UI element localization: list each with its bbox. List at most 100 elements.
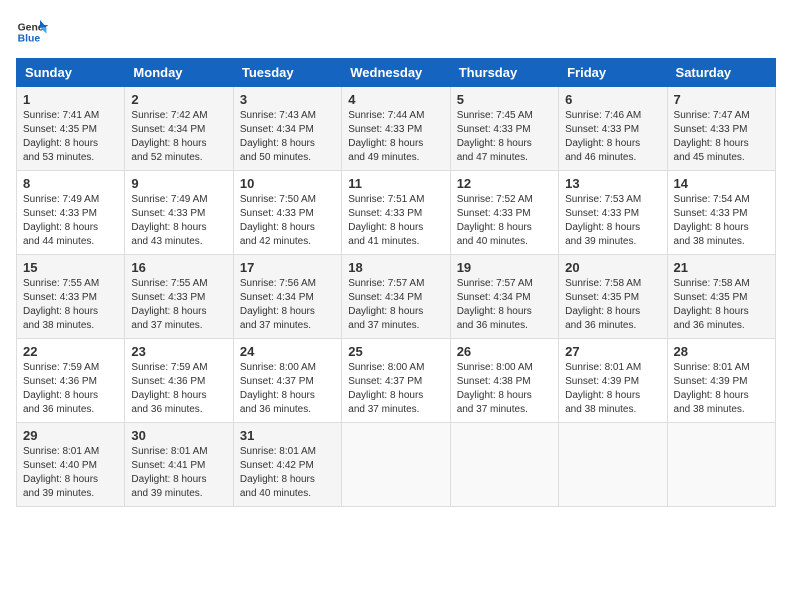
day-number: 29	[23, 428, 118, 443]
cell-content: Sunrise: 7:50 AMSunset: 4:33 PMDaylight:…	[240, 193, 335, 249]
calendar-cell: 1 Sunrise: 7:41 AMSunset: 4:35 PMDaylight…	[17, 87, 125, 171]
cell-content: Sunrise: 7:43 AMSunset: 4:34 PMDaylight:…	[240, 109, 335, 165]
calendar-cell: 4 Sunrise: 7:44 AMSunset: 4:33 PMDaylight…	[342, 87, 450, 171]
day-number: 26	[457, 344, 552, 359]
day-number: 10	[240, 176, 335, 191]
day-number: 21	[674, 260, 769, 275]
week-row-2: 8 Sunrise: 7:49 AMSunset: 4:33 PMDaylight…	[17, 171, 776, 255]
calendar-cell: 26 Sunrise: 8:00 AMSunset: 4:38 PMDayligh…	[450, 339, 558, 423]
calendar-cell: 10 Sunrise: 7:50 AMSunset: 4:33 PMDayligh…	[233, 171, 341, 255]
day-number: 13	[565, 176, 660, 191]
calendar-cell: 11Sunrise: 7:51 AMSunset: 4:33 PMDayligh…	[342, 171, 450, 255]
calendar-cell: 28 Sunrise: 8:01 AMSunset: 4:39 PMDayligh…	[667, 339, 775, 423]
logo-icon: General Blue	[16, 16, 48, 48]
cell-content: Sunrise: 7:55 AMSunset: 4:33 PMDaylight:…	[131, 277, 226, 333]
day-number: 8	[23, 176, 118, 191]
logo: General Blue	[16, 16, 48, 48]
calendar-cell: 31 Sunrise: 8:01 AMSunset: 4:42 PMDayligh…	[233, 423, 341, 507]
weekday-header-friday: Friday	[559, 59, 667, 87]
calendar-cell: 8 Sunrise: 7:49 AMSunset: 4:33 PMDaylight…	[17, 171, 125, 255]
cell-content: Sunrise: 8:01 AMSunset: 4:41 PMDaylight:…	[131, 445, 226, 501]
calendar-cell: 16 Sunrise: 7:55 AMSunset: 4:33 PMDayligh…	[125, 255, 233, 339]
day-number: 23	[131, 344, 226, 359]
calendar-cell: 14 Sunrise: 7:54 AMSunset: 4:33 PMDayligh…	[667, 171, 775, 255]
calendar-cell	[559, 423, 667, 507]
cell-content: Sunrise: 7:57 AMSunset: 4:34 PMDaylight:…	[457, 277, 552, 333]
calendar-cell	[450, 423, 558, 507]
cell-content: Sunrise: 7:46 AMSunset: 4:33 PMDaylight:…	[565, 109, 660, 165]
day-number: 6	[565, 92, 660, 107]
calendar-cell: 13 Sunrise: 7:53 AMSunset: 4:33 PMDayligh…	[559, 171, 667, 255]
cell-content: Sunrise: 8:00 AMSunset: 4:38 PMDaylight:…	[457, 361, 552, 417]
cell-content: Sunrise: 7:45 AMSunset: 4:33 PMDaylight:…	[457, 109, 552, 165]
week-row-4: 22 Sunrise: 7:59 AMSunset: 4:36 PMDayligh…	[17, 339, 776, 423]
day-number: 11	[348, 176, 443, 191]
cell-content: Sunrise: 8:01 AMSunset: 4:40 PMDaylight:…	[23, 445, 118, 501]
calendar-cell: 12 Sunrise: 7:52 AMSunset: 4:33 PMDayligh…	[450, 171, 558, 255]
cell-content: Sunrise: 7:58 AMSunset: 4:35 PMDaylight:…	[674, 277, 769, 333]
weekday-header-thursday: Thursday	[450, 59, 558, 87]
day-number: 27	[565, 344, 660, 359]
day-number: 30	[131, 428, 226, 443]
cell-content: Sunrise: 7:59 AMSunset: 4:36 PMDaylight:…	[131, 361, 226, 417]
cell-content: Sunrise: 7:54 AMSunset: 4:33 PMDaylight:…	[674, 193, 769, 249]
day-number: 19	[457, 260, 552, 275]
cell-content: Sunrise: 7:41 AMSunset: 4:35 PMDaylight:…	[23, 109, 118, 165]
cell-content: Sunrise: 7:44 AMSunset: 4:33 PMDaylight:…	[348, 109, 443, 165]
calendar-cell: 3 Sunrise: 7:43 AMSunset: 4:34 PMDaylight…	[233, 87, 341, 171]
cell-content: Sunrise: 7:59 AMSunset: 4:36 PMDaylight:…	[23, 361, 118, 417]
day-number: 20	[565, 260, 660, 275]
weekday-header-wednesday: Wednesday	[342, 59, 450, 87]
calendar-cell: 15Sunrise: 7:55 AMSunset: 4:33 PMDayligh…	[17, 255, 125, 339]
calendar-table: SundayMondayTuesdayWednesdayThursdayFrid…	[16, 58, 776, 507]
calendar-cell: 7 Sunrise: 7:47 AMSunset: 4:33 PMDaylight…	[667, 87, 775, 171]
calendar-cell: 29 Sunrise: 8:01 AMSunset: 4:40 PMDayligh…	[17, 423, 125, 507]
day-number: 3	[240, 92, 335, 107]
calendar-cell: 19 Sunrise: 7:57 AMSunset: 4:34 PMDayligh…	[450, 255, 558, 339]
day-number: 31	[240, 428, 335, 443]
weekday-header-row: SundayMondayTuesdayWednesdayThursdayFrid…	[17, 59, 776, 87]
calendar-cell: 24 Sunrise: 8:00 AMSunset: 4:37 PMDayligh…	[233, 339, 341, 423]
cell-content: Sunrise: 8:01 AMSunset: 4:39 PMDaylight:…	[674, 361, 769, 417]
cell-content: Sunrise: 7:53 AMSunset: 4:33 PMDaylight:…	[565, 193, 660, 249]
cell-content: Sunrise: 7:58 AMSunset: 4:35 PMDaylight:…	[565, 277, 660, 333]
cell-content: Sunrise: 8:01 AMSunset: 4:42 PMDaylight:…	[240, 445, 335, 501]
weekday-header-monday: Monday	[125, 59, 233, 87]
day-number: 14	[674, 176, 769, 191]
weekday-header-saturday: Saturday	[667, 59, 775, 87]
calendar-cell: 18Sunrise: 7:57 AMSunset: 4:34 PMDayligh…	[342, 255, 450, 339]
day-number: 25	[348, 344, 443, 359]
cell-content: Sunrise: 7:56 AMSunset: 4:34 PMDaylight:…	[240, 277, 335, 333]
day-number: 22	[23, 344, 118, 359]
day-number: 12	[457, 176, 552, 191]
weekday-header-tuesday: Tuesday	[233, 59, 341, 87]
day-number: 24	[240, 344, 335, 359]
cell-content: Sunrise: 7:49 AMSunset: 4:33 PMDaylight:…	[23, 193, 118, 249]
day-number: 2	[131, 92, 226, 107]
calendar-cell: 17 Sunrise: 7:56 AMSunset: 4:34 PMDayligh…	[233, 255, 341, 339]
cell-content: Sunrise: 7:47 AMSunset: 4:33 PMDaylight:…	[674, 109, 769, 165]
calendar-cell	[667, 423, 775, 507]
cell-content: Sunrise: 7:49 AMSunset: 4:33 PMDaylight:…	[131, 193, 226, 249]
cell-content: Sunrise: 7:52 AMSunset: 4:33 PMDaylight:…	[457, 193, 552, 249]
day-number: 7	[674, 92, 769, 107]
day-number: 17	[240, 260, 335, 275]
week-row-1: 1 Sunrise: 7:41 AMSunset: 4:35 PMDaylight…	[17, 87, 776, 171]
day-number: 28	[674, 344, 769, 359]
day-number: 16	[131, 260, 226, 275]
calendar-cell	[342, 423, 450, 507]
svg-text:Blue: Blue	[18, 34, 41, 45]
header: General Blue	[16, 16, 776, 48]
day-number: 4	[348, 92, 443, 107]
day-number: 1	[23, 92, 118, 107]
week-row-3: 15Sunrise: 7:55 AMSunset: 4:33 PMDayligh…	[17, 255, 776, 339]
calendar-cell: 23 Sunrise: 7:59 AMSunset: 4:36 PMDayligh…	[125, 339, 233, 423]
calendar-cell: 9Sunrise: 7:49 AMSunset: 4:33 PMDaylight…	[125, 171, 233, 255]
calendar-cell: 21 Sunrise: 7:58 AMSunset: 4:35 PMDayligh…	[667, 255, 775, 339]
day-number: 5	[457, 92, 552, 107]
calendar-cell: 22 Sunrise: 7:59 AMSunset: 4:36 PMDayligh…	[17, 339, 125, 423]
calendar-cell: 20 Sunrise: 7:58 AMSunset: 4:35 PMDayligh…	[559, 255, 667, 339]
calendar-cell: 27 Sunrise: 8:01 AMSunset: 4:39 PMDayligh…	[559, 339, 667, 423]
cell-content: Sunrise: 8:00 AMSunset: 4:37 PMDaylight:…	[240, 361, 335, 417]
cell-content: Sunrise: 8:01 AMSunset: 4:39 PMDaylight:…	[565, 361, 660, 417]
